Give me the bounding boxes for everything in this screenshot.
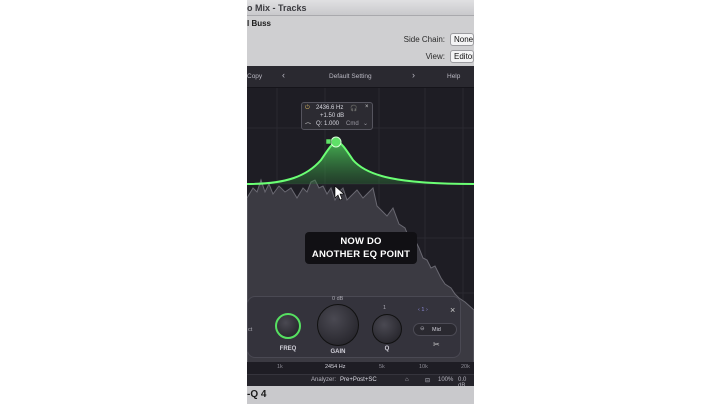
freq-tick-20k: 20k xyxy=(461,364,470,370)
host-header: o Mix - Tracks l Buss Side Chain: None V… xyxy=(247,0,474,66)
analyzer-label: Analyzer: xyxy=(311,377,337,383)
plugin-footer: -Q 4 xyxy=(247,386,474,404)
q-label: Q xyxy=(384,346,390,352)
right-margin xyxy=(474,0,720,404)
power-icon[interactable]: ⏻ xyxy=(305,105,310,112)
band-gain: +1.50 dB xyxy=(320,113,345,119)
preset-name[interactable]: Default Setting xyxy=(329,73,372,80)
side-chain-label: Side Chain: xyxy=(403,35,445,44)
video-caption: NOW DO ANOTHER EQ POINT xyxy=(305,232,417,264)
analyzer-value[interactable]: Pre+Post+SC xyxy=(340,377,377,383)
close-icon[interactable]: × xyxy=(365,104,369,110)
plugin-window: o Mix - Tracks l Buss Side Chain: None V… xyxy=(247,0,474,404)
stereo-mode-select[interactable]: ⊖ Mid xyxy=(413,323,457,336)
side-chain-row: Side Chain: None xyxy=(404,33,474,46)
product-name: -Q 4 xyxy=(247,389,267,400)
eq-band-fill xyxy=(247,142,474,184)
view-label: View: xyxy=(425,52,445,61)
band-tooltip: ⏻ 2436.6 Hz 🎧 × +1.50 dB ⌒ Q: 1.000 Cmd … xyxy=(301,102,373,130)
bottom-bar: Analyzer: Pre+Post+SC ⌂ ⊟ 100% 0.0 dB xyxy=(247,374,474,389)
close-icon[interactable]: × xyxy=(450,305,455,315)
q-scale-top: 1 xyxy=(383,305,387,311)
stereo-mode-icon: ⊖ xyxy=(420,326,425,332)
freq-knob[interactable] xyxy=(275,313,301,339)
view-select[interactable]: Editor xyxy=(450,50,474,63)
view-row: View: Editor xyxy=(426,50,474,63)
eq-band-node xyxy=(330,136,342,148)
midi-icon[interactable]: ⌂ xyxy=(405,377,409,383)
freq-label: FREQ xyxy=(279,346,297,352)
copy-button[interactable]: Copy xyxy=(247,73,262,80)
help-button[interactable]: Help xyxy=(447,73,460,80)
q-knob[interactable] xyxy=(372,314,402,344)
band-frequency: 2436.6 Hz xyxy=(316,105,344,111)
undo-icon[interactable]: ⊟ xyxy=(425,377,430,384)
scissors-icon[interactable]: ✂ xyxy=(433,340,440,349)
stereo-mode-value: Mid xyxy=(432,327,441,333)
band-mode[interactable]: Cmd xyxy=(346,121,359,127)
prev-preset-button[interactable]: ‹ xyxy=(282,70,285,80)
band-control-panel: ct 0 dB 1 FREQ GAIN Q ‹ 1 › × ⊖ Mid ✂ xyxy=(247,296,461,358)
band-q: Q: 1.000 xyxy=(316,121,340,127)
freq-tick-10k: 10k xyxy=(419,364,428,370)
caption-line-1: NOW DO xyxy=(340,236,382,247)
chevron-down-icon[interactable]: ⌄ xyxy=(363,120,368,127)
gain-scale-top: 0 dB xyxy=(332,296,344,302)
panel-left-fragment: ct xyxy=(248,327,253,333)
caption-line-2: ANOTHER EQ POINT xyxy=(311,249,411,260)
left-margin xyxy=(0,0,247,404)
plugin-toolbar: Copy ‹ Default Setting › Help xyxy=(247,66,474,88)
freq-tick-cursor: 2454 Hz xyxy=(325,364,346,370)
headphones-icon[interactable]: 🎧 xyxy=(350,105,357,112)
gain-knob[interactable] xyxy=(317,304,359,346)
window-title: o Mix - Tracks xyxy=(247,0,474,16)
track-name: l Buss xyxy=(247,19,272,28)
side-chain-select[interactable]: None xyxy=(450,33,474,46)
freq-tick-1k: 1k xyxy=(277,364,283,370)
bell-shape-icon[interactable]: ⌒ xyxy=(305,121,311,130)
gain-label: GAIN xyxy=(330,349,346,355)
next-preset-button[interactable]: › xyxy=(412,70,415,80)
frequency-ruler: 1k 2454 Hz 5k 10k 20k xyxy=(247,362,474,374)
band-nav[interactable]: ‹ 1 › xyxy=(418,307,428,313)
freq-tick-5k: 5k xyxy=(379,364,385,370)
zoom-value[interactable]: 100% xyxy=(438,377,453,383)
